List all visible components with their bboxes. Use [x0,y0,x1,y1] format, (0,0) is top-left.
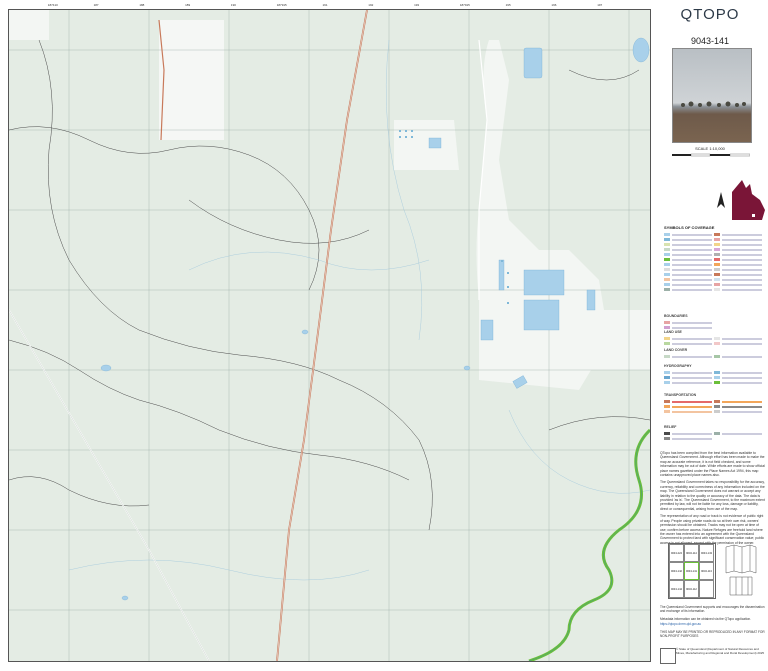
grid-tick-label: 195 [505,3,511,7]
legend-relief-rows [664,431,764,441]
north-arrow-icon [717,192,725,208]
grid-tick-label: 187915 [276,3,287,7]
river-channel [528,429,650,661]
index-cell: 9043-142 [669,562,684,580]
legend-symbols [664,232,764,292]
disclaimer-paragraph: The Queensland Government takes no respo… [660,480,765,511]
footer-text: The Queensland Government supports and e… [660,605,766,638]
tree-line [681,101,746,107]
index-cell: 9043-224 [669,544,684,562]
legend-land-cover-rows [664,354,764,359]
disclaimer: QTopo has been compiled from the best in… [660,451,766,545]
legend-hydrography-rows [664,370,764,385]
copyright-note: © State of Queensland (Department of Nat… [676,647,765,655]
queensland-location-map [732,180,765,220]
grid-tick-label: 187915 [459,3,470,7]
grid-tick-label: 189 [185,3,191,7]
government-logo-icon [660,648,676,664]
grid-tick-label: 191 [322,3,328,7]
map-title: QTOPO [680,6,740,23]
index-cell: 9043-144 [669,580,684,598]
sheet-number: 9043-141 [690,36,730,46]
footer-line: THIS MAP MAY BE PRINTED OR REPRODUCED IN… [660,629,765,639]
map-info-panel: QTOPO 9043-141 SCALE 1:10,000 SYMBOLS OF… [652,0,768,671]
footer-link[interactable]: https://qtopo.dnrm.qld.gov.au [660,622,766,626]
grid-tick-label: 187410 [47,3,58,7]
footer-line: The Queensland Government supports and e… [660,605,765,614]
legend-land-use-rows [664,336,764,346]
legend-land-use: LAND USE [664,330,682,334]
index-cell [699,580,714,598]
cleared-area [394,120,459,170]
main-road[interactable] [276,10,368,661]
legend-boundaries-rows [664,320,764,330]
river [528,428,650,661]
cleared-area [9,10,49,40]
legend-boundaries: BOUNDARIES [664,314,688,318]
grid-tick-label: 192 [368,3,374,7]
legend-hydrography: HYDROGRAPHY [664,364,692,368]
index-cell-current: 9043-141 [684,562,699,580]
folding-diagram [725,544,757,596]
main-road-centre [276,10,368,661]
index-cell: 9043-114 [684,544,699,562]
scale-bar [672,153,750,157]
grid-tick-label: 193 [414,3,420,7]
cleared-area [159,20,224,140]
index-cell: 9043-113 [699,562,714,580]
cleared-easement [9,309,210,661]
sheet-index-map: 9043-224 9043-114 9043-143 9043-142 9043… [668,543,716,599]
disclaimer-paragraph: The representation of any road or track … [660,514,765,545]
scale-label: SCALE 1:10,000 [695,146,725,151]
index-cell: 9043-112 [684,580,699,598]
grid-tick-label: 187 [93,3,99,7]
map-frame[interactable] [8,9,651,662]
legend-relief: RELIEF [664,425,677,429]
disclaimer-paragraph: QTopo has been compiled from the best in… [660,451,765,478]
footer-line: Metadata information can be obtained via… [660,617,752,622]
legend-transportation-rows [664,399,764,414]
legend-title: SYMBOLS OF COVERAGE [664,225,715,230]
grid-tick-label: 190 [230,3,236,7]
grid-tick-label: 197 [597,3,603,7]
cleared-area [549,310,650,370]
grid-tick-label: 196 [551,3,557,7]
grid-tick-label: 188 [139,3,145,7]
landscape-photo [672,48,752,143]
legend-land-cover: LAND COVER [664,348,688,352]
index-cell: 9043-143 [699,544,714,562]
legend-transportation: TRANSPORTATION [664,393,697,397]
topographic-map[interactable] [9,10,650,661]
